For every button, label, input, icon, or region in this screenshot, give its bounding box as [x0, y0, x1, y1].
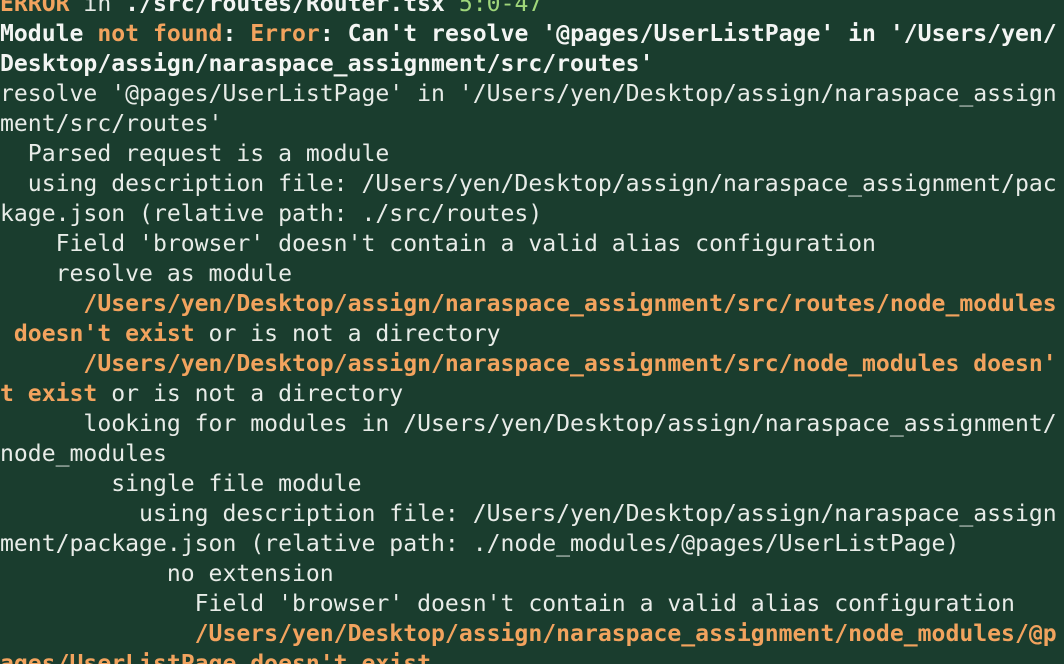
terminal-output: ERROR in ./src/routes/Router.tsx 5:0-47 M… [0, 0, 1064, 664]
terminal-line: resolve as module [0, 259, 1064, 289]
terminal-text-segment: /Users/yen/Desktop/assign/naraspace_assi… [0, 291, 1057, 317]
terminal-text-segment: ages/UserListPage doesn't exist [0, 651, 432, 664]
terminal-text-segment: : Can't resolve '@pages/UserListPage' in… [319, 21, 1057, 47]
terminal-line: using description file: /Users/yen/Deskt… [0, 169, 1064, 199]
terminal-line: Field 'browser' doesn't contain a valid … [0, 589, 1064, 619]
terminal-text-segment: /Users/yen/Desktop/assign/naraspace_assi… [0, 351, 1057, 377]
terminal-text-segment: not found [97, 21, 223, 47]
terminal-text-segment: looking for modules in /Users/yen/Deskto… [0, 411, 1057, 437]
terminal-line: Field 'browser' doesn't contain a valid … [0, 229, 1064, 259]
terminal-line: Parsed request is a module [0, 139, 1064, 169]
terminal-text-segment: using description file: /Users/yen/Deskt… [0, 501, 1057, 527]
terminal-text-segment: kage.json (relative path: ./src/routes) [0, 201, 543, 227]
terminal-line: ERROR in ./src/routes/Router.tsx 5:0-47 [0, 0, 1064, 19]
terminal-text-segment: node_modules [0, 441, 167, 467]
terminal-text-segment: Field 'browser' doesn't contain a valid … [0, 591, 1015, 617]
terminal-text-segment: /Users/yen/Desktop/assign/naraspace_assi… [0, 621, 1057, 647]
terminal-window[interactable]: ERROR in ./src/routes/Router.tsx 5:0-47 M… [0, 0, 1064, 664]
terminal-text-segment: or is not a directory [97, 381, 404, 407]
terminal-text-segment: ./src/routes/Router.tsx [125, 0, 445, 17]
terminal-text-segment: ment/package.json (relative path: ./node… [0, 531, 960, 557]
terminal-line: single file module [0, 469, 1064, 499]
terminal-line: /Users/yen/Desktop/assign/naraspace_assi… [0, 619, 1064, 649]
terminal-line: resolve '@pages/UserListPage' in '/Users… [0, 79, 1064, 109]
terminal-text-segment: Desktop/assign/naraspace_assignment/src/… [0, 51, 654, 77]
terminal-text-segment: Parsed request is a module [0, 141, 390, 167]
terminal-text-segment: ERROR [0, 0, 70, 17]
terminal-text-segment: Error [250, 21, 320, 47]
terminal-line: node_modules [0, 439, 1064, 469]
terminal-line: using description file: /Users/yen/Deskt… [0, 499, 1064, 529]
terminal-text-segment: single file module [0, 471, 362, 497]
terminal-text-segment: using description file: /Users/yen/Deskt… [0, 171, 1057, 197]
terminal-line: doesn't exist or is not a directory [0, 319, 1064, 349]
terminal-text-segment: in [69, 0, 126, 17]
terminal-text-segment: Field 'browser' doesn't contain a valid … [0, 231, 876, 257]
terminal-text-segment: doesn't exist [0, 321, 195, 347]
terminal-text-segment: : [222, 21, 251, 47]
terminal-text-segment: or is not a directory [194, 321, 501, 347]
terminal-text-segment: 5:0-47 [444, 0, 543, 17]
terminal-text-segment: ment/src/routes' [0, 111, 223, 137]
terminal-line: ment/src/routes' [0, 109, 1064, 139]
terminal-line: Desktop/assign/naraspace_assignment/src/… [0, 49, 1064, 79]
terminal-line: t exist or is not a directory [0, 379, 1064, 409]
terminal-line: Module not found: Error: Can't resolve '… [0, 19, 1064, 49]
terminal-line: ages/UserListPage doesn't exist [0, 649, 1064, 664]
terminal-line: no extension [0, 559, 1064, 589]
terminal-line: kage.json (relative path: ./src/routes) [0, 199, 1064, 229]
terminal-text-segment: t exist [0, 381, 98, 407]
terminal-line: /Users/yen/Desktop/assign/naraspace_assi… [0, 349, 1064, 379]
terminal-text-segment: Module [0, 21, 98, 47]
terminal-line: looking for modules in /Users/yen/Deskto… [0, 409, 1064, 439]
terminal-text-segment: resolve '@pages/UserListPage' in '/Users… [0, 81, 1057, 107]
terminal-line: ment/package.json (relative path: ./node… [0, 529, 1064, 559]
terminal-line: /Users/yen/Desktop/assign/naraspace_assi… [0, 289, 1064, 319]
terminal-text-segment: no extension [0, 561, 334, 587]
terminal-text-segment: resolve as module [0, 261, 292, 287]
